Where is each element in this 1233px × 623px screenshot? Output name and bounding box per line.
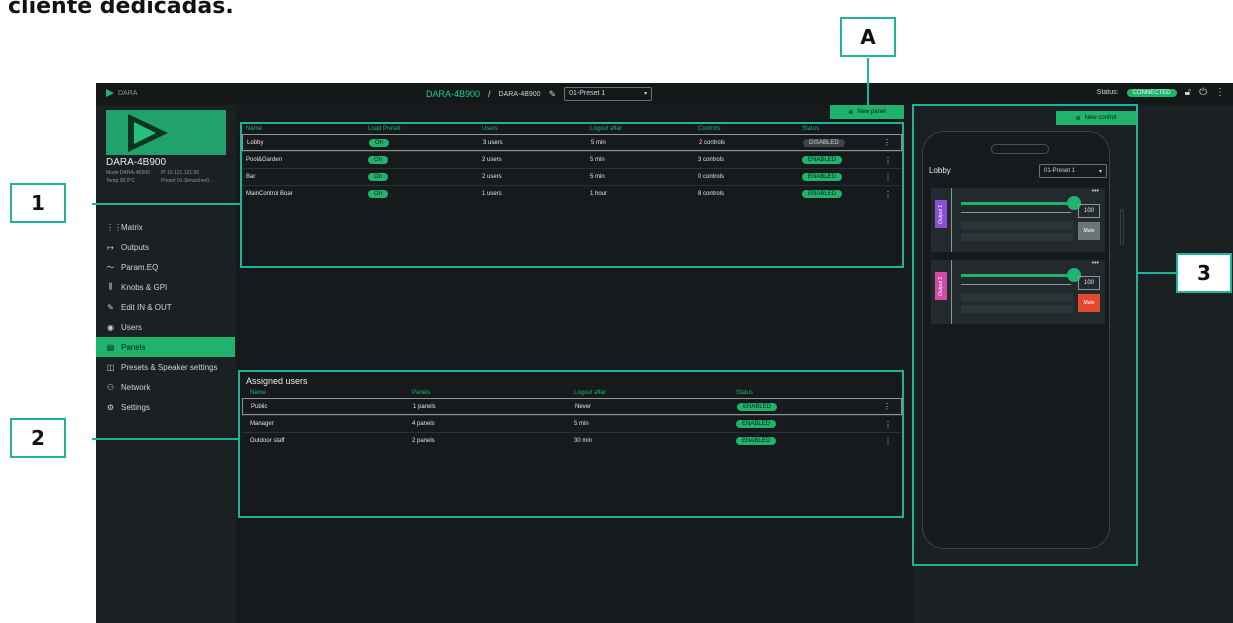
edit-icon: ✎ <box>107 302 114 312</box>
sidebar-item-users[interactable]: ◉ Users <box>96 317 236 337</box>
play-logo-inner <box>134 122 156 144</box>
annotation-label-a: A <box>840 17 896 57</box>
sidebar-item-label: Knobs & GPI <box>121 282 168 292</box>
preset-select[interactable]: 01-Preset 1 ▾ <box>564 87 653 101</box>
ip-label: IP <box>161 170 166 176</box>
sidebar-item-label: Matrix <box>121 222 143 232</box>
model-value: DARA-4B900 <box>119 170 150 176</box>
annotation-line-3 <box>1138 272 1176 274</box>
sidebar-item-label: Panels <box>121 342 146 352</box>
sidebar-item-presets-speaker-settings[interactable]: ◫ Presets & Speaker settings <box>96 357 236 377</box>
users-icon: ◉ <box>107 322 114 332</box>
knobs-icon: ⫼ <box>108 282 113 291</box>
sidebar-item-label: Settings <box>121 402 150 412</box>
annotation-label-1: 1 <box>10 183 66 223</box>
model-label: Mode <box>106 170 119 176</box>
sidebar-item-outputs[interactable]: ↦ Outputs <box>96 237 236 257</box>
power-icon[interactable]: ⏻ <box>1199 87 1207 98</box>
network-icon: ⚇ <box>106 382 115 392</box>
device-thumbnail <box>106 110 226 155</box>
matrix-icon: ⋮⋮ <box>106 222 122 232</box>
breadcrumb-separator: / <box>488 89 491 99</box>
sidebar-item-settings[interactable]: ⚙ Settings <box>96 397 236 417</box>
ip-value: 10.121.121.56 <box>167 170 200 176</box>
sidebar-item-label: Users <box>121 322 142 332</box>
preset-select-value: 01-Preset 1 <box>569 90 606 97</box>
new-panel-button[interactable]: ⊕ New panel <box>830 105 904 119</box>
eq-icon: 〜 <box>106 262 115 272</box>
status-label: Status: <box>1096 89 1119 96</box>
sidebar-item-param-eq[interactable]: 〜 Param.EQ <box>96 257 236 277</box>
sidebar-item-edit-in-out[interactable]: ✎ Edit IN & OUT <box>96 297 236 317</box>
new-panel-label: New panel <box>857 109 886 115</box>
sidebar-item-panels[interactable]: ▤ Panels <box>96 337 235 357</box>
device-meta-left: Mode DARA-4B900 Temp 38.0°C <box>106 169 150 185</box>
annotation-line-a <box>867 58 869 105</box>
settings-icon: ⚙ <box>106 402 115 412</box>
more-vertical-icon[interactable]: ⋮ <box>1215 87 1225 98</box>
unlock-icon[interactable]: 🔓︎ <box>1185 87 1191 98</box>
sidebar-item-label: Presets & Speaker settings <box>121 362 218 372</box>
sidebar-item-label: Outputs <box>121 242 150 252</box>
top-bar: DARA DARA-4B900 / DARA-4B900 ✎ 01-Preset… <box>96 83 1233 105</box>
breadcrumb: DARA-4B900 / DARA-4B900 ✎ 01-Preset 1 ▾ <box>426 87 653 101</box>
panels-icon: ▤ <box>106 342 115 352</box>
sidebar-item-label: Edit IN & OUT <box>121 302 172 312</box>
annotation-line-2 <box>92 438 238 440</box>
brand-name: DARA <box>118 89 138 97</box>
annotation-label-2: 2 <box>10 418 66 458</box>
status-area: Status: CONNECTED 🔓︎ ⏻ ⋮ <box>1097 87 1225 98</box>
sidebar-item-knobs-gpi[interactable]: ⫼ Knobs & GPI <box>96 277 236 297</box>
presets-icon: ◫ <box>106 362 115 372</box>
status-badge: CONNECTED <box>1126 88 1177 97</box>
sidebar: DARA-4B900 Mode DARA-4B900 Temp 38.0°C I… <box>96 105 236 623</box>
brand-logo[interactable]: DARA <box>106 89 137 97</box>
annotation-box-1 <box>240 122 904 268</box>
temp-value: 38.0°C <box>119 178 135 184</box>
logo-icon <box>106 89 114 97</box>
device-name-label: DARA-4B900 <box>498 90 541 98</box>
preset-label: Preset <box>161 178 176 184</box>
breadcrumb-device[interactable]: DARA-4B900 <box>426 89 480 99</box>
annotation-label-3: 3 <box>1176 253 1232 293</box>
sidebar-item-matrix[interactable]: ⋮⋮ Matrix <box>96 217 236 237</box>
annotation-box-2 <box>238 370 904 518</box>
temp-label: Temp <box>106 178 119 184</box>
device-meta-right: IP 10.121.121.56 Preset 01-Simulcher0... <box>161 169 213 185</box>
annotation-line-1 <box>92 203 240 205</box>
sidebar-nav: ⋮⋮ Matrix ↦ Outputs 〜 Param.EQ ⫼ Knobs & GPI ✎ Ed… <box>96 217 236 417</box>
screenshot-root: cliente dedicadas. DARA DARA-4B900 / DAR… <box>0 0 1233 623</box>
sidebar-item-network[interactable]: ⚇ Network <box>96 377 236 397</box>
edit-pencil-icon[interactable]: ✎ <box>549 89 557 100</box>
sidebar-item-label: Param.EQ <box>121 262 159 272</box>
preset-value: 01-Simulcher0... <box>176 178 214 184</box>
sidebar-item-label: Network <box>121 382 151 392</box>
plus-circle-icon: ⊕ <box>848 109 854 116</box>
document-heading: cliente dedicadas. <box>8 0 234 19</box>
outputs-icon: ↦ <box>107 242 114 252</box>
annotation-box-3 <box>912 104 1138 566</box>
chevron-down-icon: ▾ <box>644 91 648 97</box>
device-name: DARA-4B900 <box>106 157 167 168</box>
